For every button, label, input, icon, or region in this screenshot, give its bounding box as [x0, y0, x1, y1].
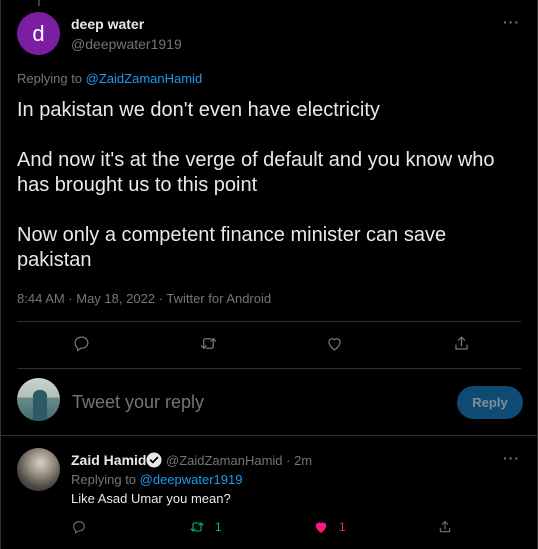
like-icon[interactable] [322, 331, 346, 355]
divider [1, 435, 537, 436]
tweet-paragraph: In pakistan we don't even have electrici… [17, 99, 380, 121]
tweet-timestamp[interactable]: 8:44 AM · May 18, 2022 · Twitter for And… [17, 291, 271, 306]
tweet-paragraph: And now it's at the verge of default and… [17, 149, 495, 196]
more-options-icon[interactable]: ··· [503, 14, 520, 30]
avatar-image [33, 390, 47, 421]
thread-connector-line [38, 0, 40, 6]
like-button[interactable]: 1 [313, 517, 346, 537]
more-options-icon[interactable]: ··· [503, 450, 520, 466]
share-icon[interactable] [437, 517, 453, 537]
reply-author-name[interactable]: Zaid Hamid [71, 452, 146, 468]
like-icon [315, 522, 327, 533]
author-handle[interactable]: @deepwater1919 [71, 36, 182, 52]
divider [17, 321, 521, 322]
reply-author-avatar[interactable] [17, 448, 60, 491]
reply-input[interactable] [72, 392, 432, 413]
tweet-paragraph: Now only a competent finance minister ca… [17, 224, 447, 271]
reply-text: Like Asad Umar you mean? [71, 491, 231, 506]
replying-prefix: Replying to [71, 472, 140, 487]
author-name[interactable]: deep water [71, 16, 144, 32]
reply-actions: 1 1 [71, 517, 521, 537]
reply-button[interactable]: Reply [457, 386, 523, 419]
retweet-count: 1 [215, 520, 222, 534]
replying-prefix: Replying to [17, 71, 86, 86]
avatar[interactable]: d [17, 12, 60, 55]
reply-icon[interactable] [71, 517, 87, 537]
retweet-button[interactable]: 1 [189, 517, 222, 537]
reply-icon[interactable] [69, 331, 93, 355]
share-icon[interactable] [449, 331, 473, 355]
tweet-thread-panel: d deep water @deepwater1919 ··· Replying… [0, 0, 538, 549]
tweet-actions [17, 331, 521, 355]
replying-to: Replying to @deepwater1919 [71, 472, 242, 487]
retweet-icon [190, 522, 204, 532]
tweet-text: In pakistan we don't even have electrici… [17, 98, 522, 273]
replying-to: Replying to @ZaidZamanHamid [17, 71, 202, 86]
reply-author-handle[interactable]: @ZaidZamanHamid · 2m [166, 453, 312, 468]
current-user-avatar[interactable] [17, 378, 60, 421]
retweet-icon[interactable] [196, 331, 220, 355]
verified-badge-icon [146, 452, 162, 468]
avatar-letter: d [32, 20, 45, 46]
mention-link[interactable]: @ZaidZamanHamid [86, 71, 203, 86]
mention-link[interactable]: @deepwater1919 [140, 472, 243, 487]
divider [17, 368, 521, 369]
like-count: 1 [339, 520, 346, 534]
